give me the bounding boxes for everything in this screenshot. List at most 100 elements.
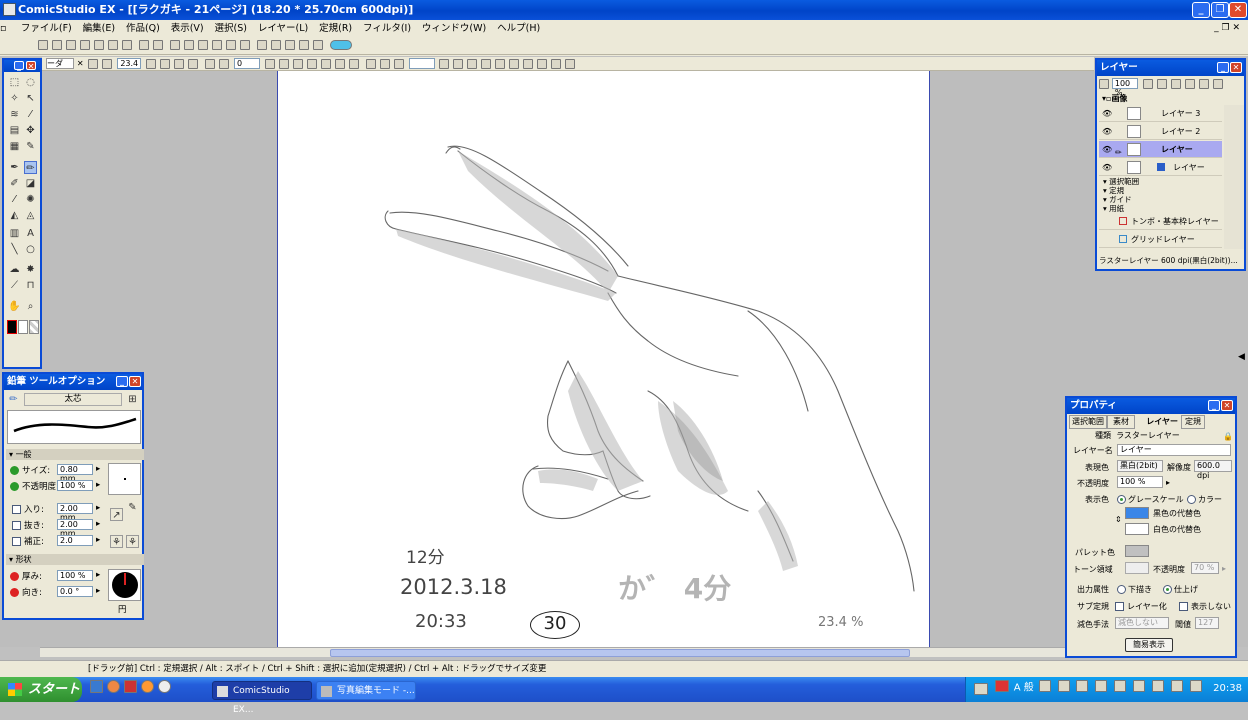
paste-icon[interactable] [211,40,222,50]
tool-options-min-button[interactable]: _ [116,376,128,387]
section-shape[interactable]: ▾ 形状 [6,554,144,565]
rotation-field[interactable]: 0 [233,58,260,69]
tray-icon-2[interactable] [994,680,1009,692]
grid-toggle-icon[interactable] [334,58,345,69]
wand-icon[interactable]: ✧ [8,92,21,105]
opacity-arrow-icon[interactable]: ▸ [96,480,100,490]
clock[interactable]: 20:38 [1213,683,1242,694]
rect-select-icon[interactable]: ⬚ [8,76,21,89]
tray-icon-6[interactable] [1133,680,1146,692]
side-collapse-arrow[interactable]: ◀ [1238,352,1246,364]
flip-h-icon[interactable] [278,58,289,69]
print-size-icon[interactable] [188,58,199,69]
res-field[interactable]: 600.0 dpi [1194,460,1232,480]
snap2-icon[interactable] [379,58,390,69]
zoom-icon[interactable] [102,58,113,69]
fit-icon[interactable] [160,58,171,69]
line-icon[interactable]: ╲ [8,243,21,256]
thickness-lock-icon[interactable] [10,572,19,581]
ellipse-tool-icon[interactable]: ○ [24,243,37,256]
firefox-icon[interactable] [141,680,154,693]
delete-layer-icon[interactable] [1184,78,1195,89]
opacity-field[interactable]: 100 % [57,480,93,491]
eye-icon[interactable]: 👁 [1102,145,1112,154]
correct-arrow-icon[interactable]: ▸ [96,535,100,545]
hash2-icon[interactable] [551,58,562,69]
layer-panel-titlebar[interactable]: レイヤー _ ✕ [1097,60,1244,76]
display-color-radio[interactable]: カラー [1187,494,1222,505]
correct-icon2[interactable]: ⚘ [126,535,139,548]
perspective-icon[interactable] [439,58,450,69]
stamp-icon[interactable]: ⊓ [24,279,37,292]
black-color-swatch[interactable] [7,320,17,334]
redo-icon[interactable] [152,40,163,50]
move-icon[interactable]: ✥ [24,124,37,137]
media-icon[interactable] [158,680,171,693]
layer-panel-min-button[interactable]: _ [1217,62,1229,73]
menu-window[interactable]: ウィンドウ(W) [418,20,490,37]
layer-panel-close-button[interactable]: ✕ [1230,62,1242,73]
dither-select[interactable]: 減色しない [1115,617,1169,629]
simple-view-button[interactable]: 簡易表示 [1125,638,1173,652]
preview-icon[interactable] [298,40,309,50]
text-icon[interactable]: A [24,227,37,240]
layer-row-active[interactable]: 👁 ✏ レイヤー [1099,141,1222,158]
sub-hide-checkbox[interactable]: 表示しない [1179,601,1231,612]
menu-layer[interactable]: レイヤー(L) [254,20,312,37]
thickness-field[interactable]: 100 % [57,570,93,581]
properties-min-button[interactable]: _ [1208,400,1220,411]
thickness-arrow-icon[interactable]: ▸ [96,570,100,580]
start-button[interactable]: スタート [0,677,82,702]
layer-opacity-menu-icon[interactable] [1142,78,1153,89]
out-field[interactable]: 2.00 mm [57,519,93,538]
pattern-icon[interactable] [509,58,520,69]
online-icon[interactable] [329,40,352,50]
document-tab[interactable]: ーダ [46,58,74,69]
section-general[interactable]: ▾ 一般 [6,449,144,460]
menu-view[interactable]: 表示(V) [167,20,208,37]
menu-help[interactable]: ヘルプ(H) [493,20,544,37]
size-arrow-icon[interactable]: ▸ [96,464,100,474]
layer-opacity-field[interactable]: 100 % [1111,78,1138,97]
network-icon[interactable] [1151,680,1164,692]
ruler2-icon[interactable] [495,58,506,69]
eye-icon[interactable]: 👁 [1102,127,1112,136]
close-button[interactable]: ✕ [1229,2,1247,18]
scroll-thumb[interactable] [330,649,910,657]
palette-min-button[interactable]: _ [14,61,24,71]
display-grey-radio[interactable]: グレースケール [1117,494,1184,505]
layer-row[interactable]: 👁 レイヤー 2 [1099,123,1222,140]
help-icon[interactable] [1095,680,1108,692]
section-paper[interactable]: ▾ 用紙 [1103,204,1222,213]
new-icon[interactable] [38,40,48,50]
undo-icon[interactable] [138,40,149,50]
gradient-icon[interactable]: ▥ [8,227,21,240]
section-ruler[interactable]: ▾ 定規 [1103,186,1222,195]
page-frame-icon[interactable] [88,58,99,69]
direction-field[interactable]: 0.0 ° [57,586,93,597]
lock-icon[interactable]: 🔒 [1223,432,1233,441]
menu-filter[interactable]: フィルタ(I) [359,20,415,37]
actual-size-icon[interactable] [174,58,185,69]
security-icon[interactable] [1189,680,1202,692]
size-lock-icon[interactable] [10,466,19,475]
star-icon[interactable] [523,58,534,69]
object-icon[interactable]: ✎ [24,140,37,153]
tone-opacity-arrow-icon[interactable]: ▸ [1222,564,1226,573]
pattern-fill-icon[interactable]: ◬ [24,209,37,222]
task-comicstudio[interactable]: ComicStudio EX... [212,681,312,715]
eye-icon[interactable]: 👁 [1102,109,1112,118]
size-field[interactable]: 0.80 mm [57,464,93,483]
opacity-lock-icon[interactable] [10,482,19,491]
hash-icon[interactable] [537,58,548,69]
end-icon[interactable] [565,58,576,69]
hand-tool-icon[interactable]: ✋ [8,300,21,313]
correct-icon1[interactable]: ⚘ [110,535,123,548]
section-selection[interactable]: ▾ 選択範囲 [1103,177,1222,186]
new-folder-icon[interactable] [1170,78,1181,89]
snap3-icon[interactable] [393,58,404,69]
layer-select-icon[interactable]: ≋ [8,108,21,121]
layer-menu-icon[interactable] [1212,78,1223,89]
tab-layer[interactable]: レイヤー [1135,416,1181,428]
eye-icon[interactable]: 👁 [1102,163,1112,172]
